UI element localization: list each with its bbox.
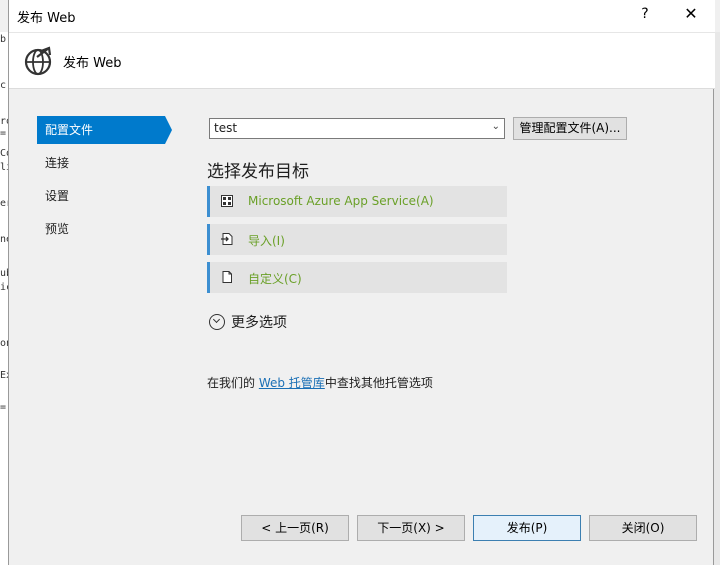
azure-app-service-icon — [221, 195, 233, 207]
hosting-gallery-text: 在我们的 Web 托管库中查找其他托管选项 — [207, 374, 433, 391]
profile-select-value: test — [214, 121, 238, 135]
help-button[interactable]: ? — [635, 6, 655, 22]
nav-item-preview[interactable]: 预览 — [37, 215, 165, 243]
target-azure-label: Microsoft Azure App Service(A) — [248, 194, 434, 208]
publish-button[interactable]: 发布(P) — [473, 515, 581, 541]
hosting-suffix: 中查找其他托管选项 — [324, 376, 433, 390]
close-button[interactable]: 关闭(O) — [589, 515, 697, 541]
manage-profiles-button[interactable]: 管理配置文件(A)... — [513, 117, 627, 140]
title-bar: 发布 Web ? ✕ — [9, 0, 715, 33]
previous-button[interactable]: < 上一页(R) — [241, 515, 349, 541]
target-azure-app-service[interactable]: Microsoft Azure App Service(A) — [207, 186, 507, 217]
profile-select[interactable]: test ⌄ — [209, 118, 505, 139]
nav-item-profile[interactable]: 配置文件 — [37, 116, 165, 144]
close-window-button[interactable]: ✕ — [681, 4, 701, 23]
nav-item-connection[interactable]: 连接 — [37, 149, 165, 177]
target-custom-label: 自定义(C) — [248, 272, 302, 286]
chevron-down-icon: ⌄ — [491, 121, 500, 132]
background-editor-right-edge — [714, 32, 720, 565]
dialog-header: 发布 Web — [9, 33, 715, 89]
target-custom[interactable]: 自定义(C) — [207, 262, 507, 293]
window-title: 发布 Web — [17, 11, 76, 26]
globe-publish-icon — [24, 46, 52, 76]
document-icon — [222, 271, 232, 283]
target-import[interactable]: 导入(I) — [207, 224, 507, 255]
more-options-label: 更多选项 — [231, 315, 287, 331]
hosting-prefix: 在我们的 — [207, 376, 259, 390]
expand-circle-icon — [209, 314, 225, 330]
target-import-label: 导入(I) — [248, 234, 285, 248]
import-icon — [221, 233, 233, 245]
background-editor-strip: bcro =Coli erneub iconEx = — [0, 32, 8, 565]
nav-active-arrow — [165, 116, 172, 144]
nav-item-settings[interactable]: 设置 — [37, 182, 165, 210]
next-button[interactable]: 下一页(X) > — [357, 515, 465, 541]
header-title: 发布 Web — [63, 56, 122, 71]
publish-web-dialog: 发布 Web ? ✕ 发布 Web 配置文件 连接 设置 预览 test ⌄ 管… — [8, 0, 715, 565]
web-hosting-gallery-link[interactable]: Web 托管库 — [259, 376, 325, 390]
publish-target-title: 选择发布目标 — [207, 162, 309, 182]
